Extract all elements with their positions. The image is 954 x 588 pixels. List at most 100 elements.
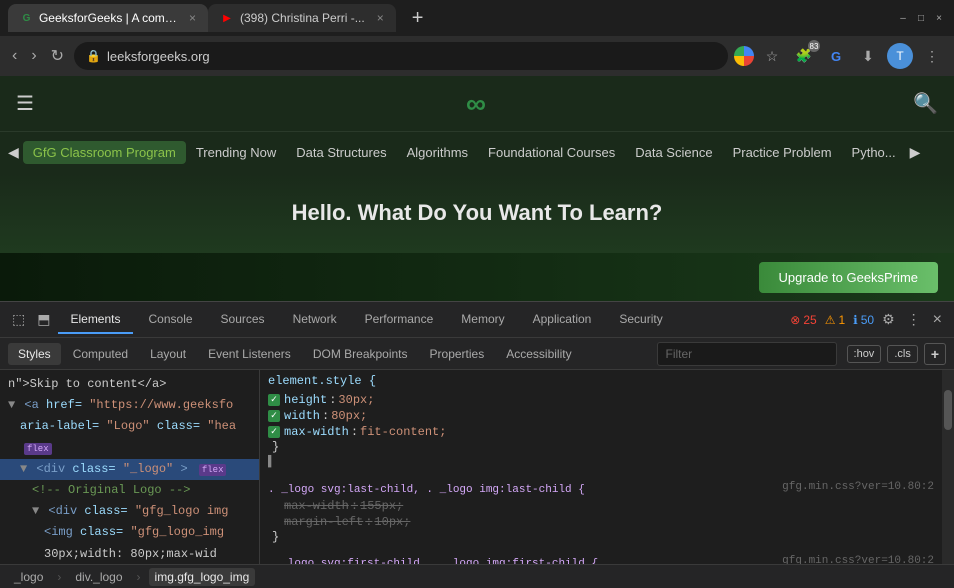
upgrade-bar: Upgrade to GeeksPrime: [0, 253, 954, 301]
breadcrumb-bar: _logo › div._logo › img.gfg_logo_img: [0, 564, 954, 588]
style-checkbox[interactable]: ✓: [268, 426, 280, 438]
devtools-more-icon[interactable]: ⋮: [903, 307, 925, 332]
bookmark-icon[interactable]: ☆: [758, 42, 786, 70]
toolbar-icons: ☆ 🧩 83 G ⬇ T ⋮: [734, 42, 946, 70]
scrollbar-thumb[interactable]: [944, 390, 952, 430]
scrollbar[interactable]: [942, 370, 954, 564]
cursor-indicator: ▌: [268, 456, 275, 468]
tab-elements[interactable]: Elements: [58, 306, 132, 334]
nav-item-python[interactable]: Pytho...: [842, 141, 906, 164]
nav-item-data-structures[interactable]: Data Structures: [286, 141, 396, 164]
element-style-header: element.style {: [268, 374, 934, 388]
dom-line[interactable]: aria-label= "Logo" class= "hea: [0, 416, 259, 437]
breadcrumb-img[interactable]: img.gfg_logo_img: [149, 568, 256, 586]
style-rule-logo-first: . _logo svg:first-child, . _logo img:fir…: [268, 550, 934, 564]
dom-line[interactable]: n">Skip to content</a>: [0, 374, 259, 395]
subtab-layout[interactable]: Layout: [140, 343, 196, 365]
warning-count: ⚠1: [825, 313, 845, 327]
tab-close-gfg[interactable]: ×: [189, 11, 196, 25]
avatar[interactable]: T: [887, 43, 913, 69]
google-icon[interactable]: [734, 46, 754, 66]
tab-bar: G GeeksforGeeks | A compu... × ▶ (398) C…: [0, 0, 954, 36]
devtools-status: ⊗25 ⚠1 ℹ50: [790, 313, 874, 327]
tab-close-yt[interactable]: ×: [377, 11, 384, 25]
subtab-dom-breakpoints[interactable]: DOM Breakpoints: [303, 343, 418, 365]
browser-chrome: G GeeksforGeeks | A compu... × ▶ (398) C…: [0, 0, 954, 76]
devtools-close-button[interactable]: ×: [929, 307, 946, 333]
inspect-icon[interactable]: ⬚: [8, 307, 29, 332]
styles-filter[interactable]: Filter: [657, 342, 837, 366]
tab-sources[interactable]: Sources: [209, 306, 277, 334]
nav-next-button[interactable]: ▶: [910, 144, 921, 161]
browser-toolbar: ‹ › ↻ 🔒 leeksforgeeks.org ☆ 🧩 83 G ⬇ T ⋮: [0, 36, 954, 76]
settings-icon[interactable]: T: [886, 42, 914, 70]
maximize-button[interactable]: □: [914, 11, 928, 25]
nav-item-data-science[interactable]: Data Science: [625, 141, 722, 164]
breadcrumb-logo[interactable]: _logo: [8, 568, 49, 586]
tab-security[interactable]: Security: [607, 306, 674, 334]
hamburger-menu[interactable]: ☰: [16, 91, 34, 116]
tab-yt[interactable]: ▶ (398) Christina Perri -... ×: [208, 4, 396, 32]
hov-button[interactable]: :hov: [847, 345, 882, 363]
close-brace: }: [268, 440, 934, 454]
subtab-computed[interactable]: Computed: [63, 343, 138, 365]
nav-item-trending[interactable]: Trending Now: [186, 141, 286, 164]
nav-prev-button[interactable]: ◀: [8, 144, 19, 161]
search-icon[interactable]: 🔍: [913, 91, 938, 116]
devtools-settings-icon[interactable]: ⚙: [878, 307, 899, 332]
forward-button[interactable]: ›: [27, 43, 40, 69]
site-topbar: ☰ ∞ 🔍: [0, 76, 954, 131]
tab-console[interactable]: Console: [137, 306, 205, 334]
g-extension-icon[interactable]: G: [822, 42, 850, 70]
subtab-accessibility[interactable]: Accessibility: [496, 343, 581, 365]
menu-icon[interactable]: ⋮: [918, 42, 946, 70]
breadcrumb-div-logo[interactable]: div._logo: [69, 568, 128, 586]
nav-item-algorithms[interactable]: Algorithms: [397, 141, 478, 164]
website-content: ☰ ∞ 🔍 ◀ GfG Classroom Program Trending N…: [0, 76, 954, 301]
dom-line[interactable]: ▼ <a href= "https://www.geeksfo: [0, 395, 259, 416]
close-brace: }: [268, 530, 934, 544]
add-style-button[interactable]: +: [924, 343, 946, 365]
address-text: leeksforgeeks.org: [107, 49, 716, 64]
subtab-styles[interactable]: Styles: [8, 343, 61, 365]
tab-gfg[interactable]: G GeeksforGeeks | A compu... ×: [8, 4, 208, 32]
dom-line[interactable]: <!-- Original Logo -->: [0, 480, 259, 501]
tab-network[interactable]: Network: [281, 306, 349, 334]
devtools-toolbar: ⬚ ⬒ Elements Console Sources Network Per…: [0, 302, 954, 338]
tab-application[interactable]: Application: [521, 306, 604, 334]
style-rule-element: ✓ height : 30px; ✓ width : 80px; ✓ max-w…: [268, 392, 934, 470]
tab-label-yt: (398) Christina Perri -...: [240, 11, 365, 25]
style-checkbox[interactable]: ✓: [268, 394, 280, 406]
extensions-icon[interactable]: 🧩 83: [790, 42, 818, 70]
nav-item-practice[interactable]: Practice Problem: [723, 141, 842, 164]
dom-line[interactable]: flex: [0, 438, 259, 459]
dom-line[interactable]: 30px;width: 80px;max-wid: [0, 544, 259, 565]
hero-section: Hello. What Do You Want To Learn?: [0, 173, 954, 253]
subtab-event-listeners[interactable]: Event Listeners: [198, 343, 301, 365]
dom-panel: n">Skip to content</a> ▼ <a href= "https…: [0, 370, 260, 564]
tab-performance[interactable]: Performance: [353, 306, 446, 334]
dom-line[interactable]: <img class= "gfg_logo_img: [0, 522, 259, 543]
reload-button[interactable]: ↻: [47, 42, 68, 70]
device-icon[interactable]: ⬒: [33, 307, 54, 332]
subtab-properties[interactable]: Properties: [420, 343, 495, 365]
minimize-button[interactable]: –: [896, 11, 910, 25]
dom-line-selected[interactable]: ▼ <div class= "_logo" > flex: [0, 459, 259, 480]
info-count: ℹ50: [853, 313, 874, 327]
close-button[interactable]: ×: [932, 11, 946, 25]
back-button[interactable]: ‹: [8, 43, 21, 69]
site-header: ☰ ∞ 🔍 ◀ GfG Classroom Program Trending N…: [0, 76, 954, 173]
cls-button[interactable]: .cls: [887, 345, 918, 363]
upgrade-button[interactable]: Upgrade to GeeksPrime: [759, 262, 938, 293]
download-icon[interactable]: ⬇: [854, 42, 882, 70]
tab-favicon-gfg: G: [20, 11, 33, 25]
nav-item-classroom[interactable]: GfG Classroom Program: [23, 141, 186, 164]
new-tab-button[interactable]: +: [404, 4, 432, 32]
style-checkbox[interactable]: ✓: [268, 410, 280, 422]
styles-panel: element.style { ✓ height : 30px; ✓ width…: [260, 370, 942, 564]
tab-memory[interactable]: Memory: [449, 306, 516, 334]
nav-item-foundational[interactable]: Foundational Courses: [478, 141, 625, 164]
style-line: ✓ max-width : fit-content;: [268, 424, 934, 440]
site-logo: ∞: [466, 88, 488, 120]
address-bar[interactable]: 🔒 leeksforgeeks.org: [74, 42, 728, 70]
